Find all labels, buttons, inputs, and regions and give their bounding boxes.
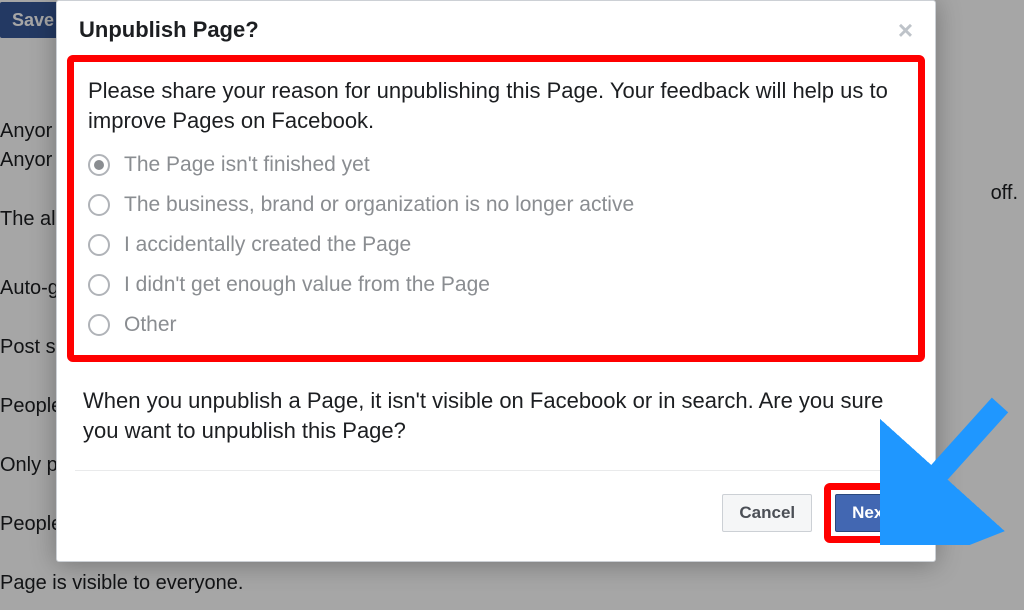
radio-icon[interactable] (88, 274, 110, 296)
close-icon[interactable]: × (898, 17, 913, 43)
reason-option[interactable]: Other (88, 313, 904, 337)
modal-title: Unpublish Page? (79, 17, 259, 43)
reason-label: Other (124, 313, 177, 337)
next-button[interactable]: Next (835, 494, 906, 532)
reason-label: I didn't get enough value from the Page (124, 273, 490, 297)
radio-icon[interactable] (88, 234, 110, 256)
reason-label: The Page isn't finished yet (124, 153, 370, 177)
radio-icon[interactable] (88, 154, 110, 176)
cancel-button[interactable]: Cancel (722, 494, 812, 532)
confirm-text: When you unpublish a Page, it isn't visi… (57, 362, 935, 453)
reason-option[interactable]: I accidentally created the Page (88, 233, 904, 257)
reason-option[interactable]: The Page isn't finished yet (88, 153, 904, 177)
reason-label: The business, brand or organization is n… (124, 193, 634, 217)
instruction-text: Please share your reason for unpublishin… (88, 76, 904, 135)
reason-option[interactable]: I didn't get enough value from the Page (88, 273, 904, 297)
radio-icon[interactable] (88, 314, 110, 336)
reason-option[interactable]: The business, brand or organization is n… (88, 193, 904, 217)
next-highlight-box: Next (824, 483, 917, 543)
radio-icon[interactable] (88, 194, 110, 216)
modal-footer: Cancel Next (57, 471, 935, 561)
reason-highlight-box: Please share your reason for unpublishin… (67, 55, 925, 362)
reason-label: I accidentally created the Page (124, 233, 411, 257)
unpublish-modal: Unpublish Page? × Please share your reas… (56, 0, 936, 562)
modal-header: Unpublish Page? × (57, 1, 935, 55)
